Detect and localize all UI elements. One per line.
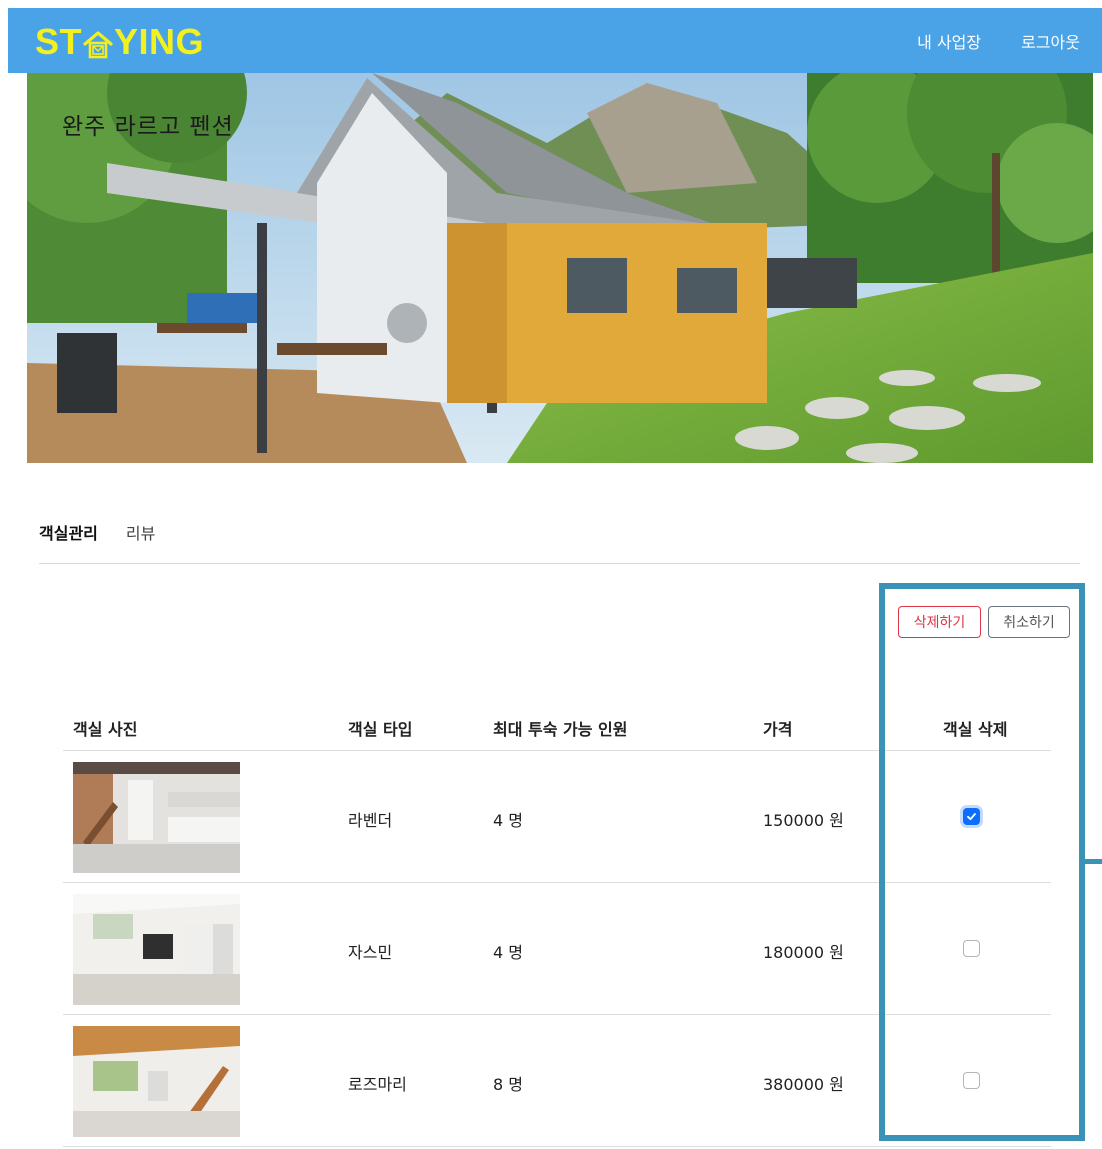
highlight-connector [1085, 859, 1102, 864]
column-header-photo: 객실 사진 [73, 720, 138, 739]
tab-room-management[interactable]: 객실관리 [39, 520, 98, 544]
checkbox-unchecked[interactable] [963, 940, 980, 957]
cancel-button[interactable]: 취소하기 [988, 606, 1070, 638]
room-photo [73, 762, 240, 873]
check-icon [967, 813, 976, 821]
room-type: 로즈마리 [348, 1075, 407, 1094]
delete-checkbox[interactable] [963, 940, 980, 957]
nav-my-business[interactable]: 내 사업장 [917, 29, 981, 53]
table-row: 로즈마리 8 명 380000 원 [63, 1015, 1051, 1147]
room-photo [73, 894, 240, 1005]
checkbox-checked[interactable] [963, 808, 980, 825]
column-header-delete: 객실 삭제 [943, 720, 1008, 739]
room-price: 150000 원 [763, 811, 844, 830]
room-capacity: 4 명 [493, 943, 523, 962]
property-title: 완주 라르고 펜션 [62, 114, 234, 140]
table-header: 객실 사진 객실 타입 최대 투숙 가능 인원 가격 객실 삭제 [63, 698, 1051, 751]
room-type: 자스민 [348, 943, 393, 962]
table-row: 라벤더 4 명 150000 원 [63, 751, 1051, 883]
delete-checkbox[interactable] [963, 1072, 980, 1089]
room-capacity: 4 명 [493, 811, 523, 830]
delete-checkbox[interactable] [963, 808, 980, 825]
logo[interactable]: ST YING [35, 22, 204, 62]
header-nav: 내 사업장 로그아웃 [917, 29, 1080, 53]
column-header-capacity: 최대 투숙 가능 인원 [493, 720, 628, 739]
room-capacity: 8 명 [493, 1075, 523, 1094]
column-header-price: 가격 [763, 720, 793, 739]
tab-reviews[interactable]: 리뷰 [126, 520, 155, 544]
room-price: 380000 원 [763, 1075, 844, 1094]
hero-image: 완주 라르고 펜션 [27, 73, 1093, 463]
room-table: 객실 사진 객실 타입 최대 투숙 가능 인원 가격 객실 삭제 라벤더 4 명… [63, 698, 1051, 1147]
nav-logout[interactable]: 로그아웃 [1021, 29, 1080, 53]
checkbox-unchecked[interactable] [963, 1072, 980, 1089]
logo-text-left: ST [35, 21, 83, 62]
room-type: 라벤더 [348, 811, 393, 830]
column-header-type: 객실 타입 [348, 720, 413, 739]
table-row: 자스민 4 명 180000 원 [63, 883, 1051, 1015]
page: ST YING 내 사업장 로그아웃 완주 라르고 펜션 객실관리 리뷰 삭제하… [8, 8, 1102, 1149]
room-price: 180000 원 [763, 943, 844, 962]
logo-text-right: YING [114, 21, 205, 62]
tab-bar: 객실관리 리뷰 [39, 520, 155, 544]
divider [39, 563, 1080, 564]
delete-button[interactable]: 삭제하기 [898, 606, 981, 638]
top-navbar: ST YING 내 사업장 로그아웃 [8, 8, 1102, 73]
room-photo [73, 1026, 240, 1137]
house-icon [83, 28, 113, 59]
